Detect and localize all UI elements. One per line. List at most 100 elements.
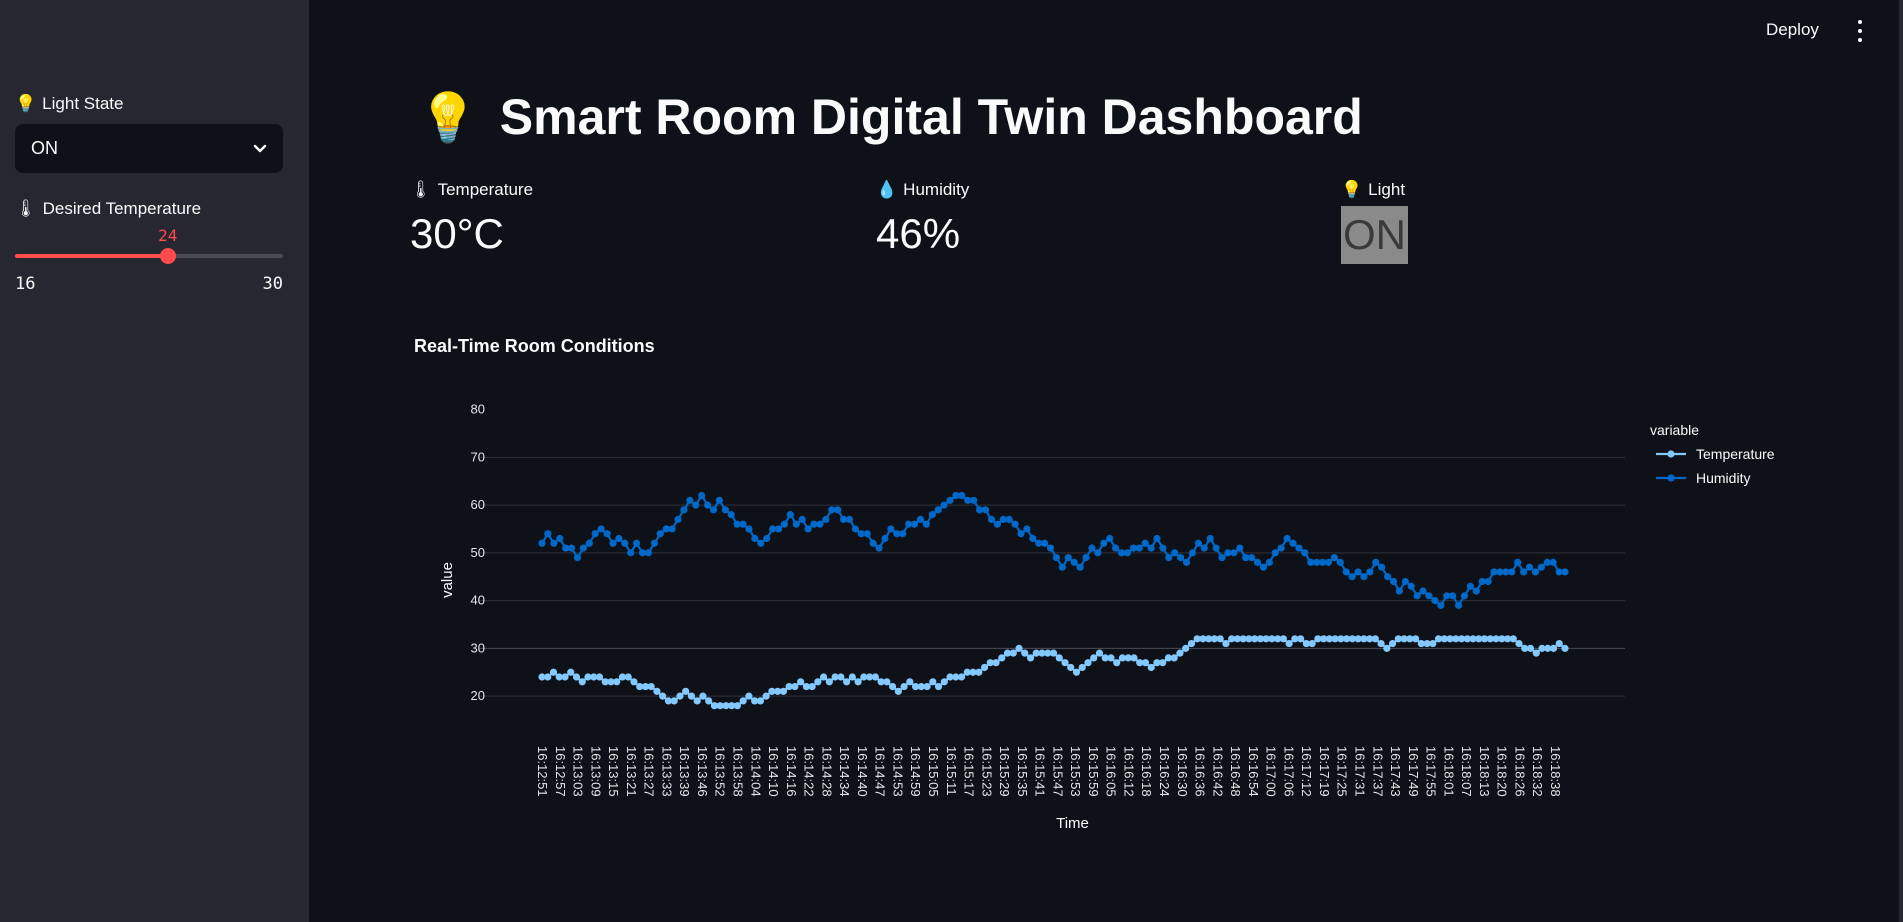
data-point-humidity [1413, 592, 1421, 600]
data-point-temperature [980, 663, 989, 672]
data-point-humidity [1106, 534, 1114, 543]
data-point-humidity [934, 506, 942, 514]
metric-label: Temperature [437, 180, 534, 199]
legend-label: Temperature [1696, 446, 1775, 462]
y-tick-label: 60 [471, 497, 485, 512]
data-point-temperature [1411, 635, 1420, 643]
data-point-humidity [1466, 582, 1474, 590]
slider-track[interactable] [15, 254, 283, 258]
page-title: 💡 Smart Room Digital Twin Dashboard [418, 89, 1363, 145]
desired-temperature-slider[interactable]: 24 16 30 [15, 226, 283, 296]
data-point-temperature [888, 682, 897, 691]
data-point-temperature [1526, 644, 1535, 652]
data-point-temperature [1072, 668, 1081, 676]
x-tick-label: 16:18:01 [1441, 746, 1456, 797]
y-tick-label: 80 [471, 402, 485, 417]
x-tick-label: 16:15:11 [944, 746, 959, 796]
data-point-temperature [567, 668, 575, 676]
data-point-humidity [1295, 544, 1303, 552]
data-point-humidity [715, 496, 723, 504]
x-tick-label: 16:18:13 [1477, 746, 1492, 797]
data-point-humidity [981, 506, 990, 514]
data-point-humidity [916, 515, 925, 524]
data-point-temperature [1078, 663, 1086, 672]
data-point-temperature [791, 682, 799, 691]
x-tick-label: 16:12:57 [553, 746, 568, 797]
data-point-humidity [1472, 587, 1480, 595]
lightbulb-icon: 💡 [15, 94, 37, 113]
data-point-humidity [1165, 554, 1173, 562]
data-point-humidity [1253, 558, 1262, 566]
legend-swatch-point [1667, 450, 1675, 458]
data-point-temperature [929, 678, 937, 686]
legend-label: Humidity [1696, 470, 1750, 486]
x-tick-label: 16:13:09 [588, 746, 603, 797]
data-point-humidity [633, 539, 641, 547]
light-state-select[interactable]: ON [15, 124, 283, 173]
x-tick-label: 16:16:05 [1104, 746, 1119, 797]
data-point-temperature [693, 697, 701, 705]
data-point-temperature [1383, 644, 1391, 652]
x-tick-label: 16:15:59 [1086, 746, 1101, 797]
data-point-humidity [1354, 568, 1362, 576]
thermometer-icon: 🌡 [15, 199, 37, 218]
x-tick-label: 16:13:03 [571, 746, 586, 797]
data-point-humidity [1141, 539, 1149, 547]
data-point-temperature [624, 673, 632, 681]
data-point-humidity [1094, 549, 1102, 557]
data-point-temperature [848, 673, 856, 681]
main-menu-icon[interactable] [1850, 20, 1870, 42]
data-point-temperature [906, 678, 914, 686]
data-point-humidity [1265, 558, 1273, 566]
data-point-temperature [544, 673, 552, 681]
x-tick-label: 16:16:54 [1246, 746, 1261, 797]
data-point-temperature [561, 673, 569, 681]
data-point-humidity [1259, 563, 1268, 571]
data-point-temperature [1377, 639, 1385, 648]
data-point-humidity [1301, 549, 1309, 557]
x-tick-label: 16:15:35 [1015, 746, 1030, 797]
data-point-humidity [1336, 558, 1344, 566]
data-point-humidity [751, 534, 759, 543]
x-tick-label: 16:16:12 [1121, 746, 1136, 797]
data-point-temperature [900, 682, 908, 691]
data-point-humidity [1194, 539, 1202, 547]
data-point-temperature [1308, 639, 1316, 648]
data-point-temperature [756, 697, 764, 705]
data-point-temperature [1555, 639, 1563, 648]
data-point-temperature [837, 673, 845, 681]
data-point-temperature [549, 668, 558, 676]
data-point-humidity [1360, 573, 1368, 581]
x-tick-label: 16:13:33 [659, 746, 674, 797]
data-point-humidity [1153, 534, 1161, 543]
data-point-humidity [798, 515, 806, 524]
data-point-temperature [1182, 644, 1190, 652]
data-point-humidity [556, 534, 564, 543]
deploy-button[interactable]: Deploy [1766, 20, 1819, 40]
data-point-humidity [786, 511, 794, 519]
data-point-humidity [1324, 558, 1333, 566]
data-point-temperature [940, 678, 948, 686]
x-tick-label: 16:15:17 [962, 746, 977, 797]
x-tick-label: 16:17:19 [1317, 746, 1332, 797]
slider-thumb[interactable] [159, 248, 176, 264]
data-point-temperature [1061, 659, 1069, 667]
y-tick-label: 40 [471, 593, 485, 608]
data-point-humidity [727, 511, 735, 519]
metric-light: 💡 Light ON [1341, 180, 1408, 264]
y-tick-label: 70 [471, 449, 485, 464]
data-point-temperature [1141, 659, 1150, 667]
x-tick-label: 16:17:12 [1299, 746, 1314, 797]
data-point-temperature [1216, 635, 1224, 643]
data-point-temperature [923, 682, 931, 691]
data-point-humidity [1082, 554, 1090, 562]
data-point-temperature [1187, 639, 1196, 648]
data-point-humidity [709, 506, 718, 514]
data-point-humidity [1188, 549, 1197, 557]
lightbulb-icon: 💡 [1341, 180, 1363, 199]
data-point-temperature [843, 678, 851, 686]
data-point-humidity [1023, 525, 1031, 533]
data-point-humidity [1431, 596, 1439, 605]
data-point-temperature [825, 678, 833, 686]
data-point-humidity [1218, 554, 1226, 562]
